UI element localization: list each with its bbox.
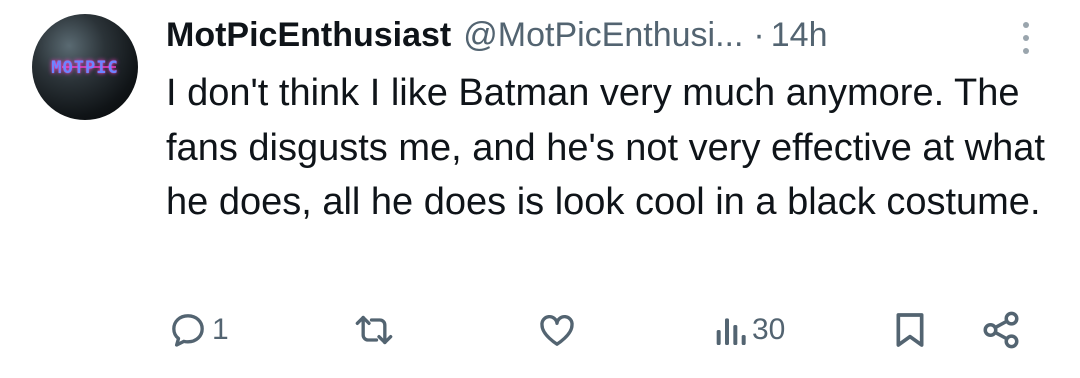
action-bar: 1 30: [0, 300, 1080, 360]
share-button[interactable]: [980, 308, 1022, 352]
separator-dot: ·: [753, 15, 765, 54]
author-handle[interactable]: @MotPicEnthusi...: [463, 16, 743, 55]
more-dot: [1023, 35, 1029, 41]
views-count: 30: [752, 313, 786, 346]
share-icon: [980, 309, 1022, 351]
tweet-timestamp[interactable]: 14h: [771, 16, 828, 55]
more-dot: [1023, 48, 1029, 54]
repost-button[interactable]: [352, 308, 400, 352]
reply-button[interactable]: 1: [168, 308, 229, 352]
author-display-name[interactable]: MotPicEnthusiast: [166, 16, 451, 55]
views-button[interactable]: 30: [712, 308, 785, 352]
tweet-text: I don't think I like Batman very much an…: [166, 72, 1045, 223]
avatar[interactable]: MOTPIC: [32, 14, 138, 120]
more-options-icon[interactable]: [1016, 18, 1036, 58]
like-button[interactable]: [536, 308, 582, 352]
repost-icon: [352, 310, 396, 350]
reply-icon: [168, 310, 208, 350]
heart-icon: [536, 310, 578, 350]
more-dot: [1023, 22, 1029, 28]
reply-count: 1: [212, 313, 229, 346]
views-icon: [712, 310, 748, 350]
bookmark-icon: [890, 310, 930, 350]
bookmark-button[interactable]: [890, 308, 930, 352]
tweet-header: MotPicEnthusiast @MotPicEnthusi... · 14h: [166, 12, 827, 58]
avatar-logo: MOTPIC: [51, 58, 119, 78]
